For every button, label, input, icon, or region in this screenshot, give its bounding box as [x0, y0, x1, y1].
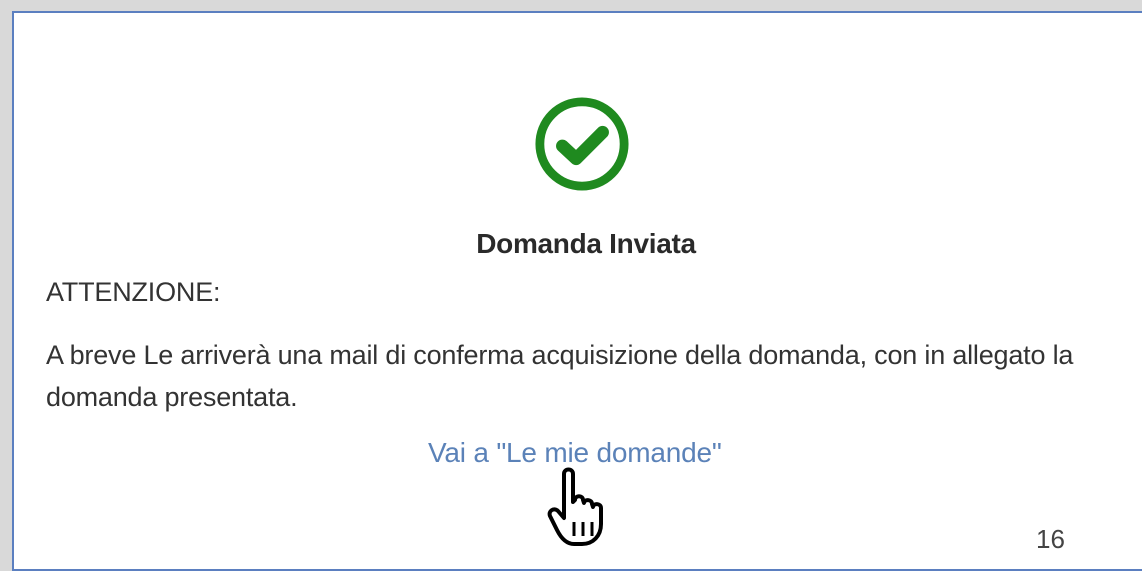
- hand-pointer-icon: [547, 467, 603, 546]
- attention-label: ATTENZIONE:: [46, 277, 221, 307]
- my-applications-link[interactable]: Vai a "Le mie domande": [428, 437, 722, 469]
- page-title: Domanda Inviata: [476, 228, 696, 259]
- page-number: 16: [1036, 524, 1065, 554]
- check-circle-icon: [535, 97, 629, 191]
- confirmation-message: A breve Le arriverà una mail di conferma…: [46, 340, 1074, 412]
